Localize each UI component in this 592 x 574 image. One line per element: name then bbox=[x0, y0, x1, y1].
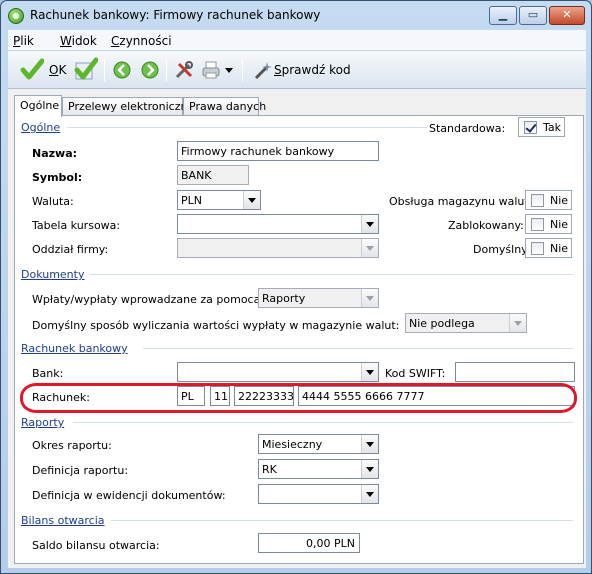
chevron-down-icon bbox=[361, 460, 378, 478]
divider bbox=[73, 422, 573, 423]
menu-widok[interactable]: Widok bbox=[60, 34, 97, 48]
maximize-button[interactable]: ▭ bbox=[519, 6, 547, 25]
check-icon bbox=[20, 58, 44, 80]
maximize-icon: ▭ bbox=[527, 8, 539, 21]
rate-table-label: Tabela kursowa: bbox=[32, 219, 121, 232]
report-period-label: Okres raportu: bbox=[32, 439, 112, 452]
chevron-down-icon bbox=[361, 239, 378, 257]
check-code-button[interactable]: Sprawdź kod bbox=[252, 59, 362, 81]
magic-wand-icon bbox=[254, 62, 272, 80]
checkbox-unchecked-icon bbox=[531, 218, 544, 231]
tab-przelewy-elektroniczne[interactable]: Przelewy elektroniczne bbox=[62, 97, 194, 116]
currency-warehouse-label: Obsługa magazynu walut: bbox=[389, 195, 533, 208]
ok-button[interactable]: OK bbox=[20, 58, 80, 81]
chevron-down-icon bbox=[361, 215, 378, 233]
report-definition-select[interactable]: RK bbox=[258, 459, 379, 479]
inout-select[interactable]: Raporty bbox=[258, 288, 379, 308]
content-area: Ogólne Przelewy elektroniczne Prawa dany… bbox=[8, 89, 586, 568]
checkbox-unchecked-icon bbox=[531, 194, 544, 207]
inout-label: Wpłaty/wypłaty wprowadzane za pomocą: bbox=[32, 293, 265, 306]
chevron-down-icon bbox=[361, 485, 378, 503]
chevron-down-icon bbox=[361, 435, 378, 453]
chevron-down-icon bbox=[243, 191, 260, 209]
bank-select[interactable] bbox=[177, 362, 379, 382]
tab-panel-ogolne: Ogólne Standardowa: Tak Nazwa: Firmowy r… bbox=[14, 115, 584, 564]
calc-method-select[interactable]: Nie podlega bbox=[405, 313, 527, 333]
swift-label: Kod SWIFT: bbox=[385, 367, 446, 380]
blocked-label: Zablokowany: bbox=[448, 219, 524, 232]
divider bbox=[90, 274, 573, 275]
arrow-left-icon bbox=[113, 61, 131, 79]
standard-checkbox[interactable]: Tak bbox=[518, 117, 565, 137]
save-close-button[interactable] bbox=[72, 57, 100, 81]
back-button[interactable] bbox=[112, 59, 132, 81]
title-bar[interactable]: Rachunek bankowy: Firmowy rachunek banko… bbox=[1, 1, 591, 29]
rate-table-select[interactable] bbox=[177, 214, 379, 234]
highlight-annotation bbox=[20, 383, 577, 413]
symbol-label: Symbol: bbox=[32, 171, 83, 184]
opening-balance-input[interactable]: 0,00 PLN bbox=[258, 533, 360, 553]
currency-warehouse-checkbox[interactable]: Nie bbox=[525, 190, 572, 210]
tab-prawa-danych[interactable]: Prawa danych bbox=[183, 97, 266, 116]
report-period-select[interactable]: Miesieczny bbox=[258, 434, 379, 454]
section-title-general: Ogólne bbox=[21, 121, 61, 134]
section-title-opening-balance: Bilans otwarcia bbox=[21, 514, 105, 527]
chevron-down-icon bbox=[509, 314, 526, 332]
chevron-down-icon bbox=[361, 289, 378, 307]
menu-czynnosci[interactable]: Czynności bbox=[111, 34, 172, 48]
currency-select[interactable]: PLN bbox=[177, 190, 261, 210]
report-definition-label: Definicja raportu: bbox=[32, 464, 129, 477]
currency-label: Waluta: bbox=[32, 195, 74, 208]
chevron-down-icon bbox=[361, 363, 378, 381]
calc-method-label: Domyślny sposób wyliczania wartości wypł… bbox=[32, 319, 400, 332]
checkbox-checked-icon bbox=[524, 121, 537, 134]
bank-label: Bank: bbox=[32, 367, 64, 380]
app-icon bbox=[8, 8, 24, 24]
doc-definition-select[interactable] bbox=[258, 484, 379, 504]
name-label: Nazwa: bbox=[32, 147, 78, 160]
window-title: Rachunek bankowy: Firmowy rachunek banko… bbox=[30, 8, 321, 22]
divider bbox=[67, 127, 427, 128]
default-checkbox[interactable]: Nie bbox=[525, 238, 572, 258]
minimize-icon: ▁ bbox=[498, 8, 508, 21]
branch-label: Oddział firmy: bbox=[32, 243, 109, 256]
tools-icon bbox=[175, 61, 193, 79]
minimize-button[interactable]: ▁ bbox=[489, 6, 517, 25]
print-button[interactable] bbox=[201, 59, 235, 81]
blocked-checkbox[interactable]: Nie bbox=[525, 214, 572, 234]
section-title-bank-account: Rachunek bankowy bbox=[21, 342, 128, 355]
tools-button[interactable] bbox=[174, 59, 194, 81]
divider bbox=[143, 348, 573, 349]
tab-ogolne[interactable]: Ogólne bbox=[14, 95, 62, 117]
branch-select[interactable] bbox=[177, 238, 379, 258]
check-page-icon bbox=[74, 57, 98, 80]
close-button[interactable]: ✕ bbox=[549, 6, 585, 25]
toolbar: OK Sprawdź kod bbox=[8, 51, 586, 89]
swift-input[interactable] bbox=[455, 362, 575, 382]
toolbar-separator bbox=[104, 59, 105, 81]
toolbar-separator bbox=[242, 59, 243, 81]
section-title-reports: Raporty bbox=[21, 416, 65, 429]
printer-icon bbox=[202, 61, 220, 79]
menu-bar: Plik Widok Czynności bbox=[8, 30, 586, 51]
divider bbox=[111, 520, 573, 521]
arrow-right-icon bbox=[141, 61, 159, 79]
forward-button[interactable] bbox=[140, 59, 160, 81]
section-title-documents: Dokumenty bbox=[21, 268, 85, 281]
symbol-input[interactable]: BANK bbox=[177, 165, 249, 185]
window: Rachunek bankowy: Firmowy rachunek banko… bbox=[0, 0, 592, 574]
chevron-down-icon bbox=[225, 68, 233, 73]
default-label: Domyślny: bbox=[473, 243, 531, 256]
name-input[interactable]: Firmowy rachunek bankowy bbox=[177, 141, 379, 161]
opening-balance-label: Saldo bilansu otwarcia: bbox=[32, 539, 160, 552]
standard-label: Standardowa: bbox=[429, 122, 506, 135]
doc-definition-label: Definicja w ewidencji dokumentów: bbox=[32, 489, 226, 502]
checkbox-unchecked-icon bbox=[531, 242, 544, 255]
toolbar-separator bbox=[166, 59, 167, 81]
menu-plik[interactable]: Plik bbox=[13, 34, 34, 48]
close-icon: ✕ bbox=[562, 8, 572, 21]
